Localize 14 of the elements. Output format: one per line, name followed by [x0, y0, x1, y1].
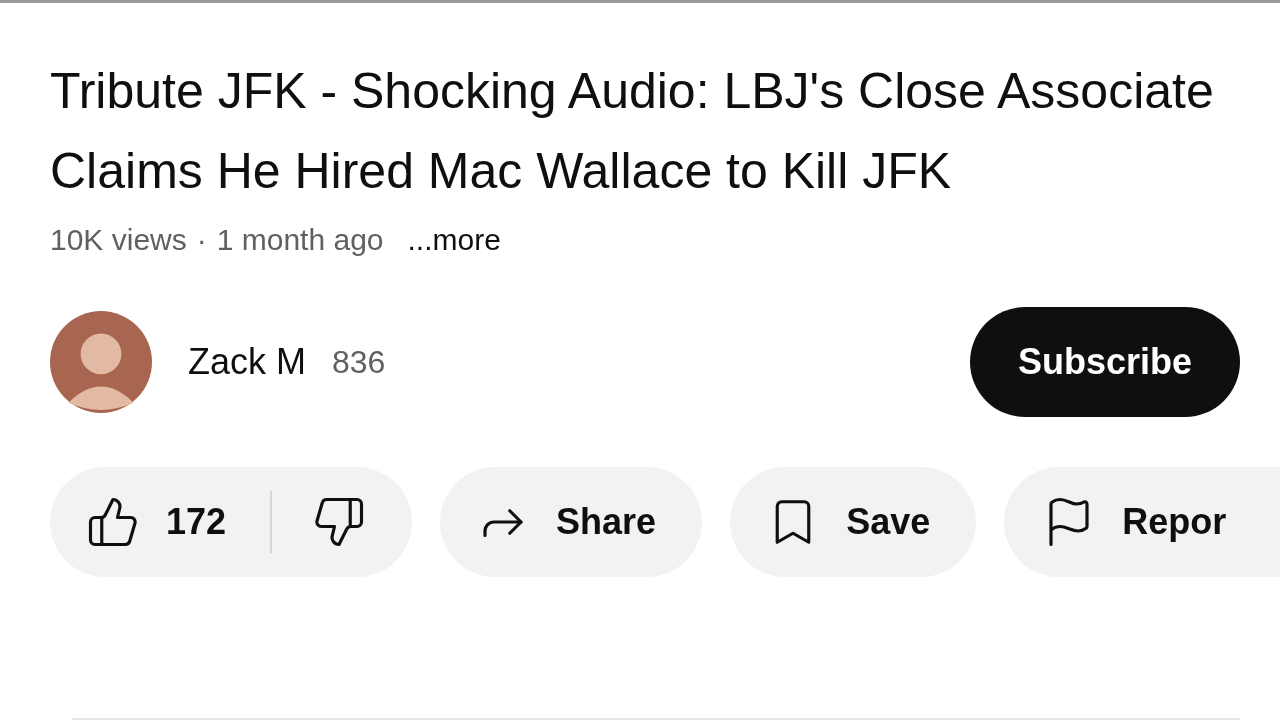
- subscribe-button[interactable]: Subscribe: [969, 307, 1240, 417]
- report-button[interactable]: Repor: [1004, 467, 1280, 577]
- separator-dot: ·: [196, 223, 207, 257]
- upload-age: 1 month ago: [216, 223, 384, 257]
- share-button[interactable]: Share: [440, 467, 703, 577]
- channel-name[interactable]: Zack M: [188, 341, 306, 383]
- like-button[interactable]: 172: [86, 495, 227, 549]
- more-link[interactable]: ...more: [407, 223, 501, 257]
- channel-avatar[interactable]: [50, 311, 152, 413]
- video-title: Tribute JFK - Shocking Audio: LBJ's Close Associate Claims He Hired Mac Wallace to Kill JFK: [50, 62, 1215, 201]
- view-count: 10K views: [50, 223, 187, 257]
- thumbs-up-icon: [86, 495, 140, 549]
- subscriber-count: 836: [332, 343, 386, 381]
- save-button[interactable]: Save: [730, 467, 977, 577]
